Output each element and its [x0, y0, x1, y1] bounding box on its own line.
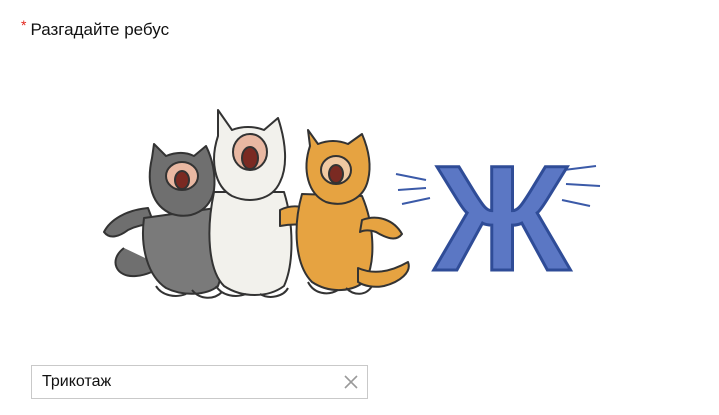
- white-cat-figure: [208, 109, 293, 298]
- close-icon[interactable]: [343, 374, 359, 390]
- answer-field[interactable]: [31, 365, 368, 399]
- rebus-letter: Ж: [433, 134, 571, 302]
- required-marker: *: [21, 17, 27, 33]
- question-title: * Разгадайте ребус: [21, 17, 170, 41]
- blue-letter-graphic: Ж: [395, 133, 601, 304]
- rebus-illustration: Ж: [103, 109, 601, 304]
- answer-input[interactable]: [32, 366, 332, 398]
- question-label: Разгадайте ребус: [30, 20, 170, 39]
- orange-cat-figure: [279, 129, 410, 295]
- rebus-image: Ж: [96, 100, 626, 305]
